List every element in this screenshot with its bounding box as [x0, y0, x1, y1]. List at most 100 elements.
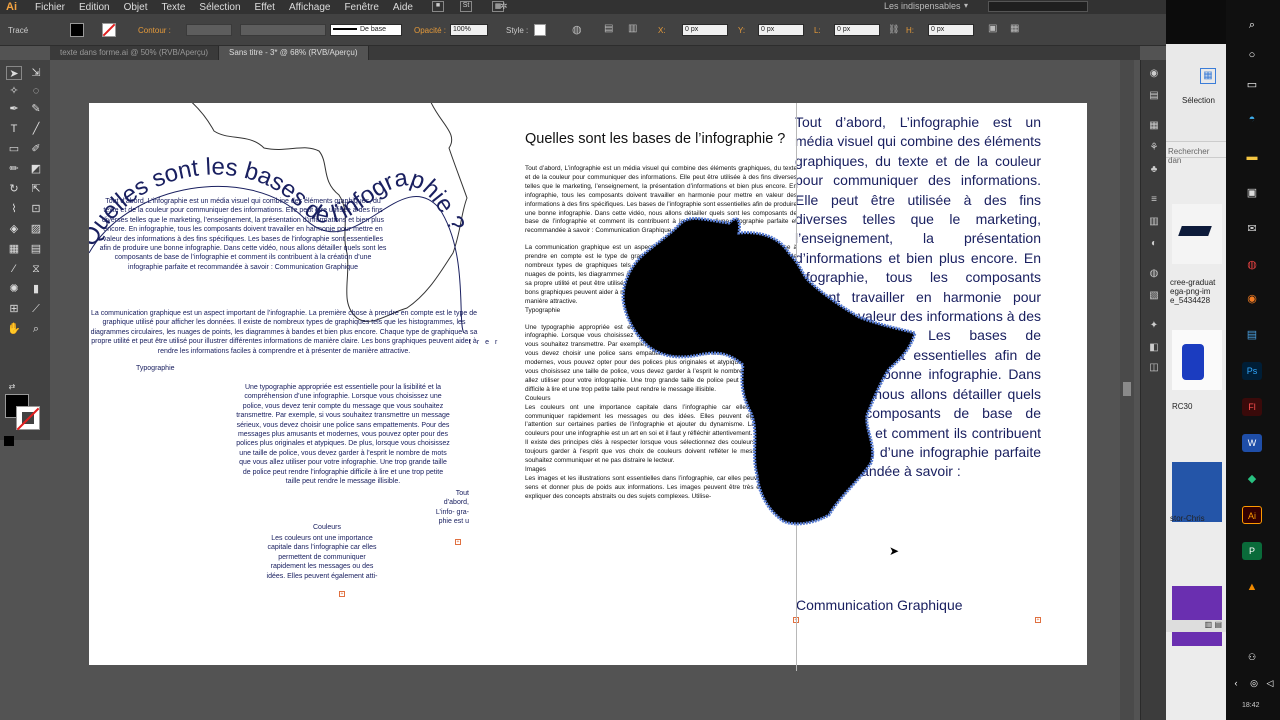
paintbrush-icon[interactable]: ✐ [28, 142, 44, 156]
volume-icon[interactable]: ◁ [1264, 674, 1276, 692]
select-all-icon[interactable]: ▦ [1200, 68, 1216, 84]
chevron-up-icon[interactable]: ‹ [1230, 674, 1242, 692]
layers-icon[interactable]: ▦ [1147, 120, 1161, 132]
chevron-down-icon[interactable]: ▾ [964, 1, 968, 10]
outlook-icon[interactable]: ▤ [1242, 326, 1262, 344]
selection-label[interactable]: Sélection [1182, 96, 1215, 105]
pen-icon[interactable]: ✒ [6, 102, 22, 116]
opacity-input[interactable]: 100% [450, 24, 488, 36]
fill-swatch[interactable] [70, 23, 84, 37]
rotate-icon[interactable]: ↻ [6, 182, 22, 196]
stroke-swatch[interactable] [102, 23, 116, 37]
links-icon[interactable]: ◫ [1147, 362, 1161, 374]
contour-label[interactable]: Contour : [138, 26, 171, 35]
scale-icon[interactable]: ⇱ [28, 182, 44, 196]
slice-icon[interactable]: ⟋ [28, 302, 44, 316]
clock[interactable]: 18:42 [1242, 702, 1260, 709]
stroke-weight-field[interactable] [186, 24, 232, 36]
bridge-icon[interactable]: ■ [432, 1, 444, 12]
y-input[interactable]: 0 px [758, 24, 804, 36]
menu-selection[interactable]: Sélection [192, 2, 247, 13]
w-input[interactable]: 0 px [834, 24, 880, 36]
africa-silhouette[interactable] [89, 103, 1087, 665]
word-icon[interactable]: W [1242, 434, 1262, 452]
stroke-panel-icon[interactable]: ≡ [1147, 194, 1161, 206]
appearance-icon[interactable]: ◉ [1147, 68, 1161, 80]
artboard-icon[interactable]: ⊞ [6, 302, 22, 316]
graphic-style-swatch[interactable] [534, 24, 546, 36]
menu-fichier[interactable]: Fichier [28, 2, 72, 13]
file-name-3[interactable]: stor-Chris [1170, 514, 1226, 523]
explorer-search-input[interactable]: Rechercher dan [1166, 144, 1226, 165]
swatches-icon[interactable]: ▧ [1147, 290, 1161, 302]
properties-icon[interactable]: ▤ [1147, 90, 1161, 102]
color-panel-icon[interactable]: ◍ [1147, 268, 1161, 280]
x-input[interactable]: 0 px [682, 24, 728, 36]
view-toggle-icon[interactable]: ▥ ▤ [1166, 620, 1226, 632]
perspective-icon[interactable]: ▨ [28, 222, 44, 236]
app-icon[interactable]: ◍ [1242, 256, 1262, 274]
blend-icon[interactable]: ⧖ [28, 262, 44, 276]
help-search-input[interactable] [988, 1, 1088, 12]
align-icon[interactable]: ▤ [604, 23, 613, 34]
shape-builder-icon[interactable]: ◈ [6, 222, 22, 236]
menu-edition[interactable]: Edition [72, 2, 117, 13]
libraries-icon[interactable]: ⚘ [1147, 142, 1161, 154]
mesh-icon[interactable]: ▦ [6, 242, 22, 256]
hand-icon[interactable]: ✋ [6, 322, 22, 336]
eyedropper-icon[interactable]: ⁄ [6, 262, 22, 276]
explorer-icon[interactable]: ▬ [1242, 148, 1262, 166]
firefox-icon[interactable]: ◉ [1242, 290, 1262, 308]
graph-icon[interactable]: ▮ [28, 282, 44, 296]
file-name-1[interactable]: cree-graduat ega-png-im e_5434428 [1170, 278, 1226, 305]
recolor-icon[interactable]: ◍ [572, 23, 582, 36]
menu-aide[interactable]: Aide [386, 2, 420, 13]
transparency-icon[interactable]: ◐ [1147, 238, 1161, 250]
mail-icon[interactable]: ✉ [1242, 220, 1262, 238]
cortana-icon[interactable]: ○ [1242, 46, 1262, 64]
brushes-icon[interactable]: ✦ [1147, 320, 1161, 332]
file-thumb-rc30[interactable] [1172, 330, 1222, 390]
illustrator-icon[interactable]: Ai [1242, 506, 1262, 524]
type-tool-icon[interactable]: T [6, 122, 22, 136]
file-thumb-video[interactable] [1172, 586, 1222, 646]
people-icon[interactable]: ⚇ [1242, 648, 1262, 666]
vertical-scrollbar[interactable] [1120, 60, 1134, 720]
h-input[interactable]: 0 px [928, 24, 974, 36]
store-icon[interactable]: ▣ [1242, 184, 1262, 202]
selection-tool-icon[interactable]: ➤ [6, 66, 22, 80]
transform-icon[interactable]: ▥ [628, 23, 637, 34]
menu-affichage[interactable]: Affichage [282, 2, 338, 13]
search-icon[interactable]: ⌕ [1242, 16, 1262, 34]
network-icon[interactable]: ◎ [1248, 674, 1260, 692]
lasso-icon[interactable]: ◌ [28, 84, 44, 98]
menu-effet[interactable]: Effet [248, 2, 282, 13]
tab-sans-titre[interactable]: Sans titre - 3* @ 68% (RVB/Aperçu) [219, 46, 369, 60]
menu-objet[interactable]: Objet [117, 2, 155, 13]
color-mode-icon[interactable] [4, 436, 14, 446]
workspace-switcher[interactable]: Les indispensables [884, 1, 961, 11]
stock-icon[interactable]: St [460, 1, 472, 12]
stroke-style-select[interactable]: De base [330, 24, 402, 36]
isolate-icon[interactable]: ▣ [988, 23, 997, 34]
artboards-icon[interactable]: ◧ [1147, 342, 1161, 354]
gradient-icon[interactable]: ▤ [28, 242, 44, 256]
flash-icon[interactable]: Fl [1242, 398, 1262, 416]
file-thumb-graduation[interactable] [1172, 204, 1222, 264]
edge-icon[interactable]: ◓ [1242, 110, 1262, 128]
opacity-label[interactable]: Opacité : [414, 26, 446, 35]
symbol-sprayer-icon[interactable]: ✺ [6, 282, 22, 296]
app-green-icon[interactable]: ◆ [1242, 470, 1262, 488]
file-thumb-pastor[interactable] [1172, 462, 1222, 522]
variable-width-field[interactable] [240, 24, 326, 36]
vlc-icon[interactable]: ▲ [1242, 578, 1262, 596]
task-view-icon[interactable]: ▭ [1242, 76, 1262, 94]
options-icon[interactable]: ▦ [1010, 23, 1019, 34]
eraser-icon[interactable]: ◩ [28, 162, 44, 176]
file-name-2[interactable]: RC30 [1172, 402, 1228, 411]
zoom-icon[interactable]: ⌕ [28, 322, 44, 336]
line-tool-icon[interactable]: ╱ [28, 122, 44, 136]
menu-texte[interactable]: Texte [155, 2, 193, 13]
gpu-icon[interactable]: ✲ [500, 1, 508, 12]
tab-texte-dans-forme[interactable]: texte dans forme.ai @ 50% (RVB/Aperçu) [50, 46, 220, 60]
